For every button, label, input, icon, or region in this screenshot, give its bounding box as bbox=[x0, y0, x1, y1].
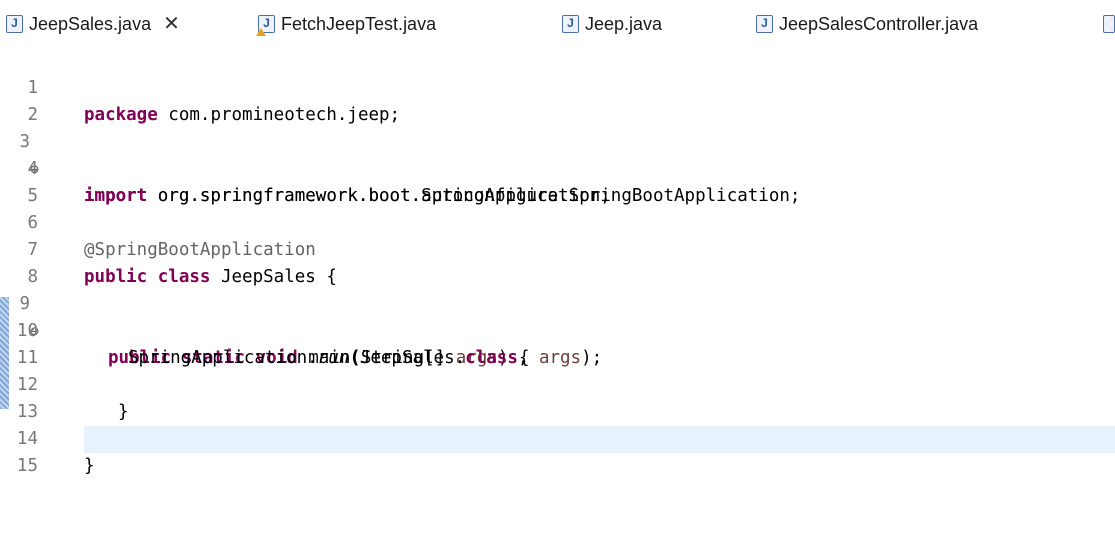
code-line: 7 public class JeepSales { bbox=[0, 210, 1115, 287]
tab-fetchjeeptest-java[interactable]: J FetchJeepTest.java bbox=[256, 8, 437, 40]
tab-overflow-partial[interactable] bbox=[1103, 8, 1115, 40]
tab-label: JeepSalesController.java bbox=[779, 13, 979, 34]
java-file-warning-icon: J bbox=[256, 15, 275, 36]
code-line: 9 ⊖ public static void main(String[] arg… bbox=[0, 264, 1115, 368]
tab-label: JeepSales.java bbox=[29, 13, 152, 34]
code-line: 5 bbox=[0, 156, 1115, 206]
editor-tab-bar: J JeepSales.java ✕ J FetchJeepTest.java … bbox=[0, 0, 1115, 48]
code-text: } bbox=[84, 453, 95, 480]
java-file-icon bbox=[1103, 15, 1115, 33]
code-fragment: } bbox=[84, 456, 95, 476]
line-number: 15 bbox=[16, 456, 38, 476]
tab-jeepsalescontroller-java[interactable]: J JeepSalesController.java bbox=[756, 8, 978, 40]
code-line: 15 bbox=[0, 426, 1115, 476]
code-line: 6 @SpringBootApplication bbox=[0, 183, 1115, 260]
code-line: 10 SpringApplication.run(JeepSales.class… bbox=[0, 291, 1115, 368]
tab-label: Jeep.java bbox=[585, 13, 663, 34]
java-file-icon: J bbox=[6, 15, 23, 33]
code-line: 12 } bbox=[0, 345, 1115, 422]
code-editor[interactable]: 1 package com.promineotech.jeep; 2 3 ⊖ i… bbox=[0, 48, 1115, 506]
code-line: 8 bbox=[0, 237, 1115, 287]
tab-jeep-java[interactable]: J Jeep.java bbox=[562, 8, 662, 40]
code-line: 14 } bbox=[0, 399, 1115, 476]
java-file-icon: J bbox=[562, 15, 579, 33]
java-file-icon: J bbox=[756, 15, 773, 33]
tab-label: FetchJeepTest.java bbox=[281, 13, 437, 34]
code-line: 1 package com.promineotech.jeep; bbox=[0, 48, 1115, 125]
tab-jeepsales-java[interactable]: J JeepSales.java ✕ bbox=[0, 8, 242, 40]
code-line: 11 bbox=[0, 318, 1115, 368]
code-line: 13 bbox=[0, 372, 1115, 422]
code-line: 4 import org.springframework.boot.autoco… bbox=[0, 129, 1115, 206]
close-icon[interactable]: ✕ bbox=[163, 14, 180, 34]
code-line: 2 bbox=[0, 75, 1115, 125]
code-line: 3 ⊖ import org.springframework.boot.Spri… bbox=[0, 102, 1115, 206]
current-line-highlight bbox=[84, 426, 1115, 453]
